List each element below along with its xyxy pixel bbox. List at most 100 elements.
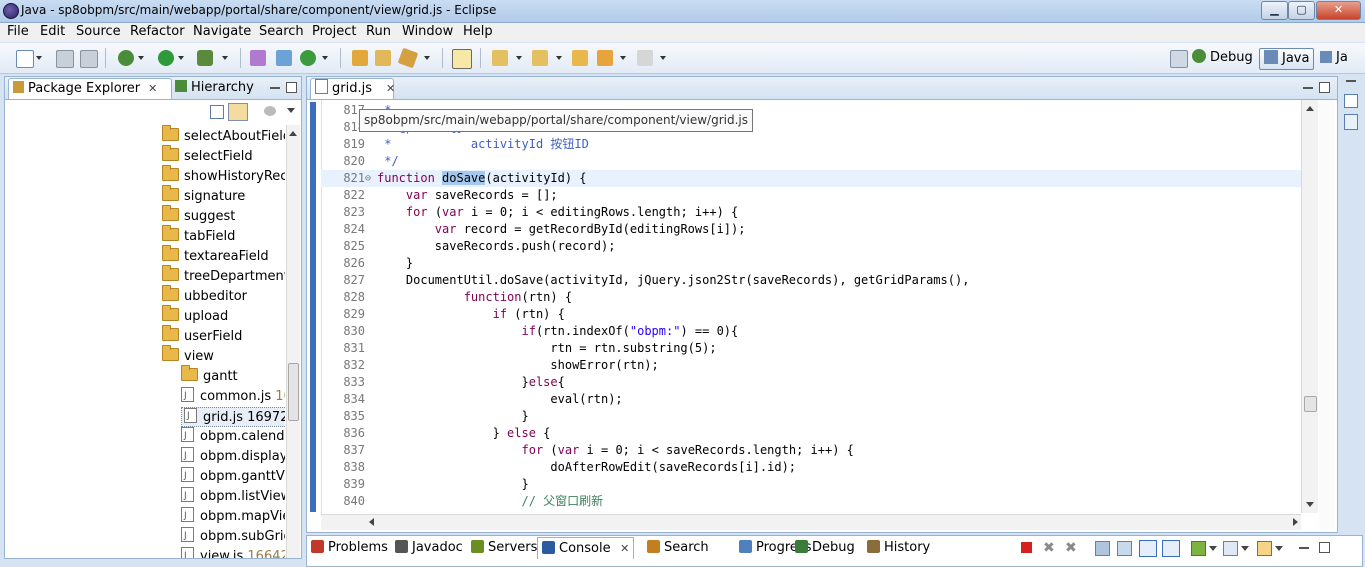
code-line[interactable]: 833 }else{ [321, 374, 1301, 391]
menu-navigate[interactable]: Navigate [193, 24, 251, 39]
tree-item[interactable]: selectAboutField [162, 125, 285, 147]
code-line[interactable]: 824 var record = getRecordById(editingRo… [321, 221, 1301, 238]
code-line[interactable]: 822 var saveRecords = []; [321, 187, 1301, 204]
new-class-icon[interactable] [300, 50, 316, 66]
tree-item[interactable]: grid.js 16972 [181, 407, 285, 427]
scroll-thumb[interactable] [288, 363, 299, 421]
tab-console[interactable]: Console ✕ [537, 537, 635, 559]
forward-dropdown-icon[interactable] [660, 56, 666, 60]
scroll-up-icon[interactable] [289, 131, 297, 136]
save-icon[interactable] [56, 50, 74, 68]
code-line[interactable]: 832 showError(rtn); [321, 357, 1301, 374]
package-tree-scrollbar[interactable] [286, 125, 300, 558]
fold-collapse-icon[interactable]: ⊖ [365, 170, 371, 187]
menu-help[interactable]: Help [463, 24, 493, 39]
tree-item[interactable]: obpm.display [181, 446, 285, 467]
menu-search[interactable]: Search [259, 24, 304, 39]
code-line[interactable]: 835 } [321, 408, 1301, 425]
console-view-menu-icon[interactable] [1275, 546, 1283, 551]
minimize-editor-icon[interactable] [1303, 87, 1313, 89]
tab-search[interactable]: Search [647, 539, 709, 557]
link-with-editor-icon[interactable] [228, 103, 248, 121]
show-on-stdout-icon[interactable] [1139, 540, 1157, 557]
code-line[interactable]: 830 if(rtn.indexOf("obpm:") == 0){ [321, 323, 1301, 340]
close-console-tab-icon[interactable]: ✕ [617, 542, 629, 555]
previous-annotation-icon[interactable] [532, 50, 548, 66]
tab-package-explorer[interactable]: Package Explorer ✕ [8, 78, 172, 99]
menu-file[interactable]: File [7, 24, 29, 39]
maximize-button[interactable]: ▢ [1288, 1, 1315, 20]
code-line[interactable]: 839 } [321, 476, 1301, 493]
editor-vertical-scrollbar[interactable] [1301, 100, 1318, 513]
code-line[interactable]: 825 saveRecords.push(record); [321, 238, 1301, 255]
back-icon[interactable] [597, 50, 613, 66]
tree-item[interactable]: upload [162, 305, 228, 327]
tree-item[interactable]: obpm.calenda [181, 426, 285, 447]
tab-hierarchy[interactable]: Hierarchy [175, 78, 254, 98]
new-java-project-icon[interactable] [250, 50, 266, 66]
debug-dropdown-icon[interactable] [138, 56, 144, 60]
toggle-mark-occurrences-icon[interactable] [452, 49, 472, 69]
close-editor-icon[interactable]: ✕ [386, 82, 395, 95]
minimize-button[interactable]: ▁ [1261, 1, 1288, 20]
tree-item[interactable]: userField [162, 325, 242, 347]
perspective-overflow[interactable]: Ja [1320, 48, 1348, 68]
code-line[interactable]: 838 doAfterRowEdit(saveRecords[i].id); [321, 459, 1301, 476]
code-line[interactable]: 831 rtn = rtn.substring(5); [321, 340, 1301, 357]
close-tab-icon[interactable]: ✕ [148, 82, 157, 95]
tree-item[interactable]: obpm.ganttVi [181, 466, 285, 487]
maximize-editor-icon[interactable] [1319, 82, 1330, 93]
maximize-console-icon[interactable] [1319, 542, 1330, 553]
editor-scroll-up-icon[interactable] [1306, 106, 1314, 111]
tab-problems[interactable]: Problems [311, 539, 388, 557]
maximize-view-icon[interactable] [286, 82, 297, 93]
code-line[interactable]: 828 function(rtn) { [321, 289, 1301, 306]
tree-item[interactable]: obpm.listView [181, 486, 285, 507]
save-all-icon[interactable] [80, 50, 98, 68]
clear-console-icon[interactable] [1095, 541, 1110, 556]
editor-scroll-left-icon[interactable] [369, 518, 374, 526]
scroll-lock-icon[interactable] [1117, 541, 1132, 556]
new-icon[interactable] [16, 50, 34, 68]
minimize-console-icon[interactable] [1299, 547, 1309, 549]
code-line[interactable]: 834 eval(rtn); [321, 391, 1301, 408]
outline-icon[interactable] [1344, 114, 1358, 130]
code-line[interactable]: 837 for (var i = 0; i < saveRecords.leng… [321, 442, 1301, 459]
terminate-icon[interactable] [1021, 542, 1032, 553]
tree-item[interactable]: ubbeditor [162, 285, 247, 307]
external-tools-icon[interactable] [197, 50, 213, 66]
tree-item[interactable]: selectField [162, 145, 253, 167]
tree-item[interactable]: view [162, 345, 214, 367]
debug-run-icon[interactable] [118, 50, 134, 66]
remove-launch-icon[interactable]: ✖ [1043, 540, 1055, 556]
last-edit-location-icon[interactable] [572, 50, 588, 66]
tab-servers[interactable]: Servers [471, 539, 537, 557]
tree-item[interactable]: suggest [162, 205, 235, 227]
tree-item[interactable]: view.js 16642 [181, 546, 285, 558]
display-selected-console-icon[interactable] [1223, 541, 1238, 556]
editor-scroll-down-icon[interactable] [1306, 502, 1314, 507]
tab-grid-js[interactable]: grid.js ✕ [310, 78, 395, 99]
close-button[interactable]: ✕ [1316, 1, 1361, 20]
task-list-icon[interactable] [1344, 94, 1358, 108]
editor-scroll-right-icon[interactable] [1293, 518, 1298, 526]
menu-project[interactable]: Project [312, 24, 356, 39]
show-on-stderr-icon[interactable] [1162, 540, 1180, 557]
tree-item[interactable]: textareaField [162, 245, 269, 267]
new-package-icon[interactable] [276, 50, 292, 66]
focus-task-icon[interactable] [264, 106, 276, 116]
new-class-dropdown-icon[interactable] [322, 56, 328, 60]
open-type-icon[interactable] [352, 50, 368, 66]
collapse-all-icon[interactable] [210, 105, 224, 119]
perspective-java[interactable]: Java [1259, 48, 1315, 70]
view-menu-icon[interactable] [287, 108, 295, 113]
tree-item[interactable]: gantt [181, 365, 238, 387]
tab-javadoc[interactable]: Javadoc [395, 539, 463, 557]
previous-annotation-dropdown-icon[interactable] [556, 56, 562, 60]
tree-item[interactable]: obpm.subGric [181, 526, 285, 547]
code-line[interactable]: 840 // 父窗口刷新 [321, 493, 1301, 510]
tree-item[interactable]: signature [162, 185, 245, 207]
code-line[interactable]: 820 */ [321, 153, 1301, 170]
perspective-debug[interactable]: Debug [1192, 48, 1253, 68]
next-annotation-icon[interactable] [492, 50, 508, 66]
